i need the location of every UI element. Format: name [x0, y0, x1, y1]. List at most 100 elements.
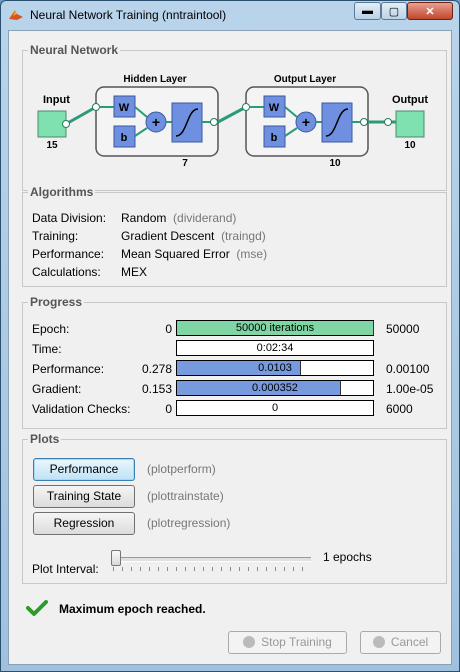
output-layer-input-port: [242, 103, 250, 111]
minimize-button[interactable]: ▬: [354, 2, 381, 20]
slider-thumb[interactable]: [111, 550, 121, 566]
input-label: Input: [43, 94, 70, 106]
progress-label: Gradient:: [32, 382, 82, 396]
progress-bar: 0.000352: [176, 380, 374, 396]
plot-interval-slider[interactable]: [111, 550, 311, 573]
output-label: Output: [392, 94, 428, 106]
plots-panel: Plots Performance (plotperform) Training S…: [22, 432, 447, 584]
input-connection: [65, 105, 97, 126]
plot-function: (plottrainstate): [147, 489, 224, 503]
plot-button-label: Regression: [53, 516, 115, 530]
output-layer-label: Output Layer: [274, 74, 336, 85]
stop-icon: [243, 636, 256, 648]
stop-training-label: Stop Training: [261, 635, 332, 649]
output-bias-label: b: [271, 132, 278, 144]
progress-start-value: 0.153: [141, 382, 172, 396]
progress-label: Performance:: [32, 362, 105, 376]
progress-end-value: 1.00e-05: [386, 382, 434, 396]
cancel-icon: [372, 636, 385, 648]
slider-track: [111, 557, 311, 562]
output-weight-label: W: [269, 102, 280, 114]
progress-bar: 0:02:34: [176, 340, 374, 356]
output-port: [384, 118, 392, 126]
progress-end-value: 6000: [386, 402, 413, 416]
hidden-size: 7: [182, 158, 188, 169]
input-port: [62, 120, 70, 128]
plot-button-label: Performance: [49, 462, 119, 476]
status-message: Maximum epoch reached.: [59, 602, 206, 616]
algorithm-label: Training:: [32, 229, 79, 243]
maximize-button[interactable]: ▢: [381, 2, 407, 20]
matlab-logo-icon: [9, 10, 23, 20]
input-size: 15: [46, 140, 58, 151]
slider-ticks: [113, 567, 309, 571]
cancel-button[interactable]: Cancel: [360, 631, 441, 654]
output-layer-output-port: [360, 118, 368, 126]
progress-panel-title: Progress: [28, 295, 85, 309]
progress-end-value: 0.00100: [386, 362, 430, 376]
progress-bar: 0.0103: [176, 360, 374, 376]
hidden-layer-label: Hidden Layer: [123, 74, 186, 85]
algorithm-label: Data Division:: [32, 211, 107, 225]
algorithms-panel-title: Algorithms: [28, 185, 96, 199]
title-bar[interactable]: Neural Network Training (nntraintool) ▬ …: [1, 1, 459, 29]
output-sum-symbol: +: [302, 114, 310, 130]
stop-training-button[interactable]: Stop Training: [228, 631, 347, 654]
hidden-weight-label: W: [119, 102, 130, 114]
input-node: [37, 110, 67, 138]
hidden-bias-label: b: [121, 132, 128, 144]
network-panel: Neural Network Input 15 Hidden Layer W b: [22, 43, 447, 191]
algorithm-function: (mse): [236, 247, 268, 261]
hidden-output-port: [210, 118, 218, 126]
algorithms-panel: Algorithms Data Division: Random (divider…: [22, 185, 447, 287]
algorithm-label: Performance:: [32, 247, 105, 261]
progress-start-value: 0.278: [141, 362, 172, 376]
progress-bar-text: 0.0103: [258, 362, 292, 374]
algorithm-label: Calculations:: [32, 265, 101, 279]
close-button[interactable]: ✕: [407, 2, 453, 20]
progress-start-value: 0: [165, 402, 172, 416]
plot-button-label: Training State: [46, 489, 122, 503]
window-title: Neural Network Training (nntraintool): [30, 8, 227, 22]
plot-button[interactable]: Regression: [33, 512, 135, 535]
progress-bar-text: 0: [271, 402, 279, 414]
plot-function: (plotperform): [147, 462, 216, 476]
progress-panel: Progress Epoch: 0 50000 iterations 50000 Tim…: [22, 295, 447, 429]
algorithm-value: Mean Squared Error (mse): [121, 247, 268, 261]
plot-button[interactable]: Training State: [33, 485, 135, 508]
plot-button[interactable]: Performance: [33, 458, 135, 481]
algorithm-value: Random (dividerand): [121, 211, 237, 225]
progress-label: Epoch:: [32, 322, 70, 336]
algorithm-value: Gradient Descent (traingd): [121, 229, 266, 243]
progress-end-value: 50000: [386, 322, 420, 336]
progress-bar-text: 0:02:34: [256, 342, 294, 354]
close-icon: ✕: [425, 5, 435, 18]
window: Neural Network Training (nntraintool) ▬ …: [0, 0, 460, 672]
progress-bar-text: 50000 iterations: [235, 322, 315, 334]
network-diagram: Input 15 Hidden Layer W b + 7 Output Lay…: [37, 74, 428, 169]
progress-bar-text: 0.000352: [252, 382, 298, 394]
plots-panel-title: Plots: [28, 432, 62, 446]
cancel-label: Cancel: [390, 635, 429, 649]
layer-connection: [217, 105, 247, 124]
progress-bar: 50000 iterations: [176, 320, 374, 336]
output-node: [395, 110, 425, 138]
output-size: 10: [404, 140, 416, 151]
minimize-icon: ▬: [362, 5, 373, 17]
algorithm-value: MEX: [121, 265, 148, 279]
output-layer-size: 10: [329, 158, 341, 169]
progress-label: Validation Checks:: [32, 402, 131, 416]
checkmark-icon: [26, 600, 48, 616]
progress-bar: 0: [176, 400, 374, 416]
hidden-input-port: [92, 103, 100, 111]
plot-interval-value: 1 epochs: [323, 550, 372, 564]
plot-function: (plotregression): [147, 516, 231, 530]
progress-label: Time:: [32, 342, 62, 356]
plot-interval-label: Plot Interval:: [32, 562, 99, 576]
maximize-icon: ▢: [388, 5, 400, 18]
algorithm-function: (dividerand): [173, 211, 237, 225]
hidden-sum-symbol: +: [152, 114, 160, 130]
window-client: Neural Network Input 15 Hidden Layer W b: [8, 30, 452, 665]
algorithm-function: (traingd): [221, 229, 266, 243]
progress-start-value: 0: [165, 322, 172, 336]
